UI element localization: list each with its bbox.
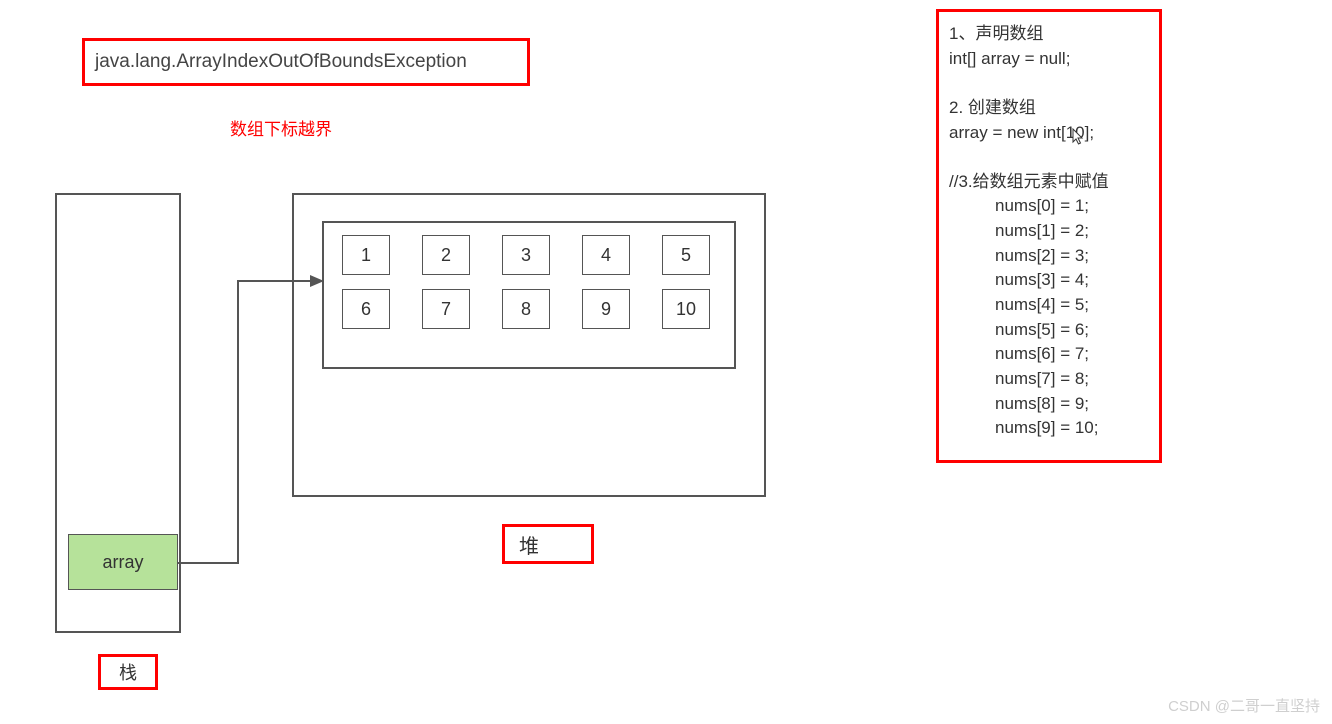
array-cell: 9 (582, 289, 630, 329)
code-assign: nums[5] = 6; (949, 318, 1149, 343)
code-line: //3.给数组元素中赋值 (949, 170, 1149, 195)
code-assign: nums[1] = 2; (949, 219, 1149, 244)
array-cell: 6 (342, 289, 390, 329)
stack-variable-array: array (68, 534, 178, 590)
code-box: 1、声明数组 int[] array = null; 2. 创建数组 array… (936, 9, 1162, 463)
stack-label-text: 栈 (119, 659, 137, 685)
array-cell: 2 (422, 235, 470, 275)
heap-row-1: 1 2 3 4 5 (342, 235, 716, 275)
array-cell: 8 (502, 289, 550, 329)
code-assign: nums[6] = 7; (949, 342, 1149, 367)
code-assign: nums[9] = 10; (949, 416, 1149, 441)
code-assign: nums[0] = 1; (949, 194, 1149, 219)
watermark-text: CSDN @二哥一直坚持 (1168, 695, 1320, 716)
array-cell: 7 (422, 289, 470, 329)
code-line: array = new int[10]; (949, 121, 1149, 146)
code-line: 1、声明数组 (949, 22, 1149, 47)
heap-row-2: 6 7 8 9 10 (342, 289, 716, 329)
code-blank (949, 145, 1149, 170)
code-assign: nums[8] = 9; (949, 392, 1149, 417)
code-assign: nums[7] = 8; (949, 367, 1149, 392)
heap-label-text: 堆 (519, 530, 539, 559)
code-assign: nums[3] = 4; (949, 268, 1149, 293)
array-cell: 1 (342, 235, 390, 275)
array-cell: 4 (582, 235, 630, 275)
stack-variable-label: array (102, 552, 143, 573)
stack-label-box: 栈 (98, 654, 158, 690)
exception-text: java.lang.ArrayIndexOutOfBoundsException (95, 51, 467, 73)
heap-array-container: 1 2 3 4 5 6 7 8 9 10 (322, 221, 736, 369)
array-cell: 10 (662, 289, 710, 329)
code-blank (949, 71, 1149, 96)
code-assign: nums[4] = 5; (949, 293, 1149, 318)
array-cell: 5 (662, 235, 710, 275)
array-cell: 3 (502, 235, 550, 275)
exception-box: java.lang.ArrayIndexOutOfBoundsException (82, 38, 530, 86)
code-assign: nums[2] = 3; (949, 244, 1149, 269)
code-line: 2. 创建数组 (949, 96, 1149, 121)
subtitle-text: 数组下标越界 (230, 115, 332, 140)
code-line: int[] array = null; (949, 47, 1149, 72)
heap-label-box: 堆 (502, 524, 594, 564)
